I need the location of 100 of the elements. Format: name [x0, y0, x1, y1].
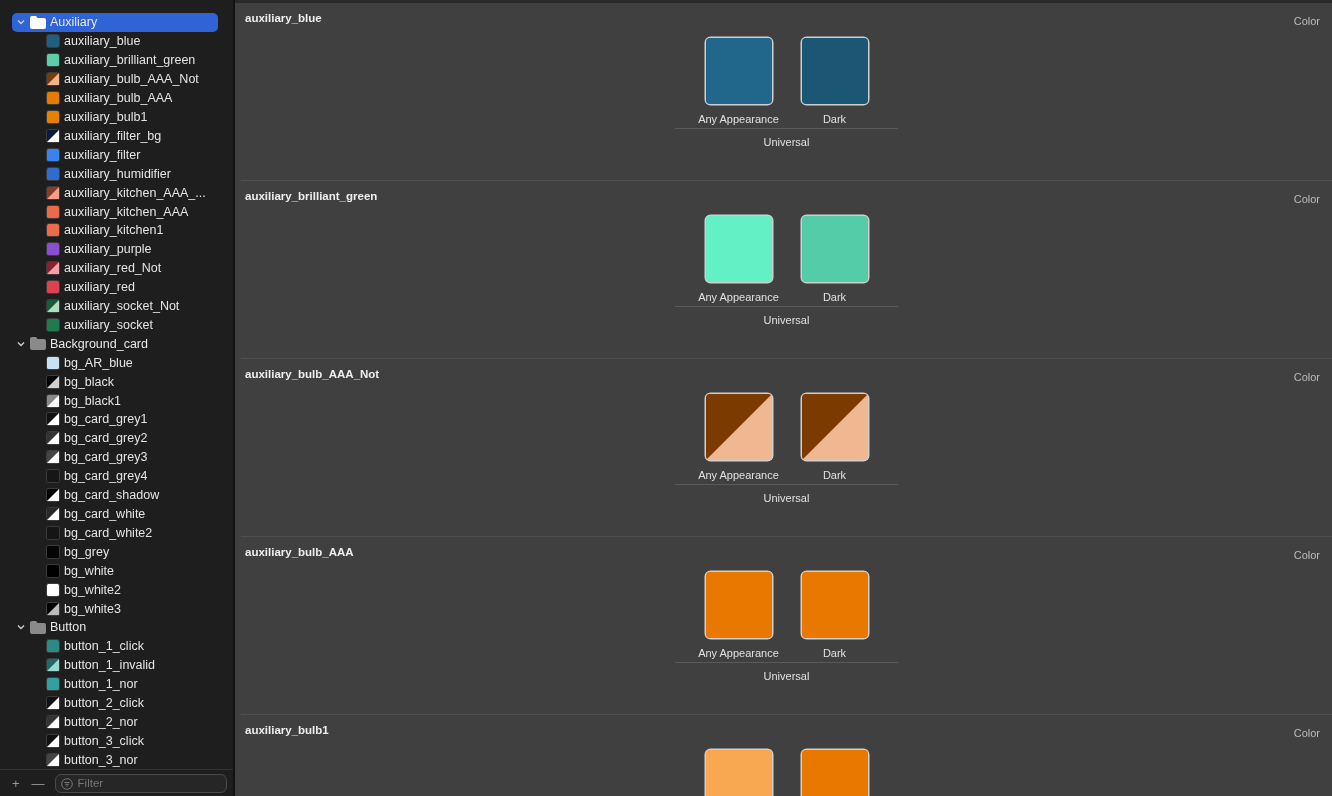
- color-swatch: [46, 91, 60, 106]
- color-swatch: [46, 658, 60, 673]
- color-asset-name[interactable]: auxiliary_bulb_AAA: [64, 91, 173, 106]
- appearance-label: Dark: [822, 291, 847, 303]
- color-swatch: [46, 677, 60, 692]
- color-asset-name[interactable]: bg_black1: [64, 393, 121, 408]
- color-asset-name[interactable]: bg_white: [64, 563, 115, 578]
- color-asset-name[interactable]: bg_card_grey1: [64, 412, 148, 427]
- color-swatch: [46, 280, 60, 295]
- color-asset-name[interactable]: bg_AR_blue: [64, 355, 133, 370]
- color-asset-name[interactable]: bg_card_grey4: [64, 469, 148, 484]
- color-swatch: [46, 204, 60, 219]
- color-asset-name[interactable]: auxiliary_kitchen_AAA: [64, 204, 189, 219]
- color-swatch: [46, 507, 60, 521]
- device-label: Universal: [763, 670, 810, 682]
- color-asset-name[interactable]: button_2_nor: [64, 715, 138, 729]
- folder-row[interactable]: Background_card: [12, 334, 218, 354]
- color-swatch: [46, 53, 60, 68]
- color-well[interactable]: [702, 213, 775, 285]
- color-asset-name[interactable]: bg_grey: [64, 544, 110, 559]
- folder-name: Button: [50, 620, 87, 635]
- color-asset-name[interactable]: auxiliary_socket: [64, 317, 153, 332]
- folder-icon: [30, 620, 46, 634]
- asset-type-label: Color: [1293, 726, 1320, 739]
- color-set-name: auxiliary_blue: [245, 12, 322, 26]
- color-asset-name[interactable]: auxiliary_filter: [64, 147, 141, 162]
- color-asset-name[interactable]: bg_card_grey2: [64, 431, 148, 446]
- appearance-label: Any Appearance: [698, 647, 779, 659]
- appearance-label: Dark: [822, 647, 847, 659]
- color-swatch: [46, 469, 60, 484]
- color-swatch: [46, 733, 60, 748]
- color-swatch: [46, 355, 60, 370]
- appearance-label: Any Appearance: [698, 113, 779, 125]
- color-well[interactable]: [702, 391, 775, 463]
- color-asset-name[interactable]: auxiliary_blue: [64, 34, 141, 49]
- appearance-label: Any Appearance: [698, 291, 779, 303]
- color-swatch: [46, 601, 60, 616]
- color-swatch: [46, 299, 60, 314]
- filter-field[interactable]: Filter: [54, 773, 227, 793]
- color-asset-name[interactable]: auxiliary_kitchen_AAA_...: [64, 185, 206, 200]
- device-label: Universal: [763, 492, 810, 504]
- appearance-label: Dark: [822, 469, 847, 481]
- folder-row[interactable]: Auxiliary: [12, 13, 218, 32]
- color-asset-name[interactable]: bg_card_white: [64, 507, 146, 521]
- color-asset-name[interactable]: button_1_click: [64, 639, 144, 654]
- color-asset-name[interactable]: auxiliary_humidifier: [64, 166, 171, 181]
- color-swatch: [46, 752, 60, 767]
- color-well[interactable]: [798, 391, 871, 463]
- color-swatch: [46, 374, 60, 389]
- folder-row[interactable]: Button: [12, 618, 218, 637]
- color-swatch: [46, 110, 60, 124]
- color-well[interactable]: [798, 213, 871, 285]
- color-swatch: [46, 393, 60, 408]
- color-swatch: [46, 242, 60, 257]
- color-swatch: [46, 639, 60, 654]
- color-asset-name[interactable]: button_1_invalid: [64, 658, 156, 673]
- color-asset-name[interactable]: button_3_click: [64, 733, 144, 748]
- color-asset-name[interactable]: bg_card_shadow: [64, 488, 160, 503]
- color-swatch: [46, 696, 60, 711]
- asset-type-label: Color: [1293, 14, 1320, 27]
- color-swatch: [46, 582, 60, 597]
- color-asset-name[interactable]: bg_white3: [64, 601, 121, 616]
- folder-icon: [30, 15, 46, 29]
- folder-name: Background_card: [50, 336, 148, 351]
- color-asset-name[interactable]: bg_white2: [64, 582, 121, 597]
- color-well[interactable]: [702, 569, 775, 641]
- add-button[interactable]: +: [10, 775, 22, 791]
- color-asset-name[interactable]: bg_black: [64, 374, 115, 389]
- color-swatch: [46, 185, 60, 200]
- color-set-name: auxiliary_bulb_AAA_Not: [245, 368, 380, 382]
- color-swatch: [46, 715, 60, 729]
- color-asset-name[interactable]: button_2_click: [64, 696, 144, 711]
- color-well[interactable]: [798, 569, 871, 641]
- color-set-name: auxiliary_bulb_AAA: [245, 546, 354, 560]
- color-asset-name[interactable]: auxiliary_bulb_AAA_Not: [64, 72, 199, 87]
- color-asset-name[interactable]: auxiliary_socket_Not: [64, 299, 180, 314]
- color-asset-name[interactable]: auxiliary_brilliant_green: [64, 53, 196, 68]
- color-asset-name[interactable]: auxiliary_red: [64, 280, 135, 295]
- color-asset-name[interactable]: auxiliary_purple: [64, 242, 152, 257]
- color-swatch: [46, 412, 60, 427]
- color-swatch: [46, 166, 60, 181]
- color-swatch: [46, 223, 60, 238]
- color-asset-name[interactable]: button_1_nor: [64, 677, 138, 692]
- appearance-label: Dark: [822, 113, 847, 125]
- color-swatch: [46, 488, 60, 503]
- color-swatch: [46, 34, 60, 49]
- color-asset-name[interactable]: button_3_nor: [64, 752, 138, 767]
- remove-button[interactable]: —: [29, 775, 47, 791]
- color-asset-name[interactable]: bg_card_grey3: [64, 450, 148, 465]
- color-asset-name[interactable]: auxiliary_red_Not: [64, 261, 162, 276]
- color-set-name: auxiliary_bulb1: [245, 724, 329, 738]
- color-asset-name[interactable]: auxiliary_bulb1: [64, 110, 148, 124]
- color-swatch: [46, 261, 60, 276]
- asset-type-label: Color: [1293, 192, 1320, 205]
- device-label: Universal: [763, 136, 810, 148]
- color-well[interactable]: [798, 35, 871, 107]
- color-asset-name[interactable]: auxiliary_kitchen1: [64, 223, 164, 238]
- color-asset-name[interactable]: auxiliary_filter_bg: [64, 128, 162, 143]
- color-well[interactable]: [702, 35, 775, 107]
- color-asset-name[interactable]: bg_card_white2: [64, 525, 153, 540]
